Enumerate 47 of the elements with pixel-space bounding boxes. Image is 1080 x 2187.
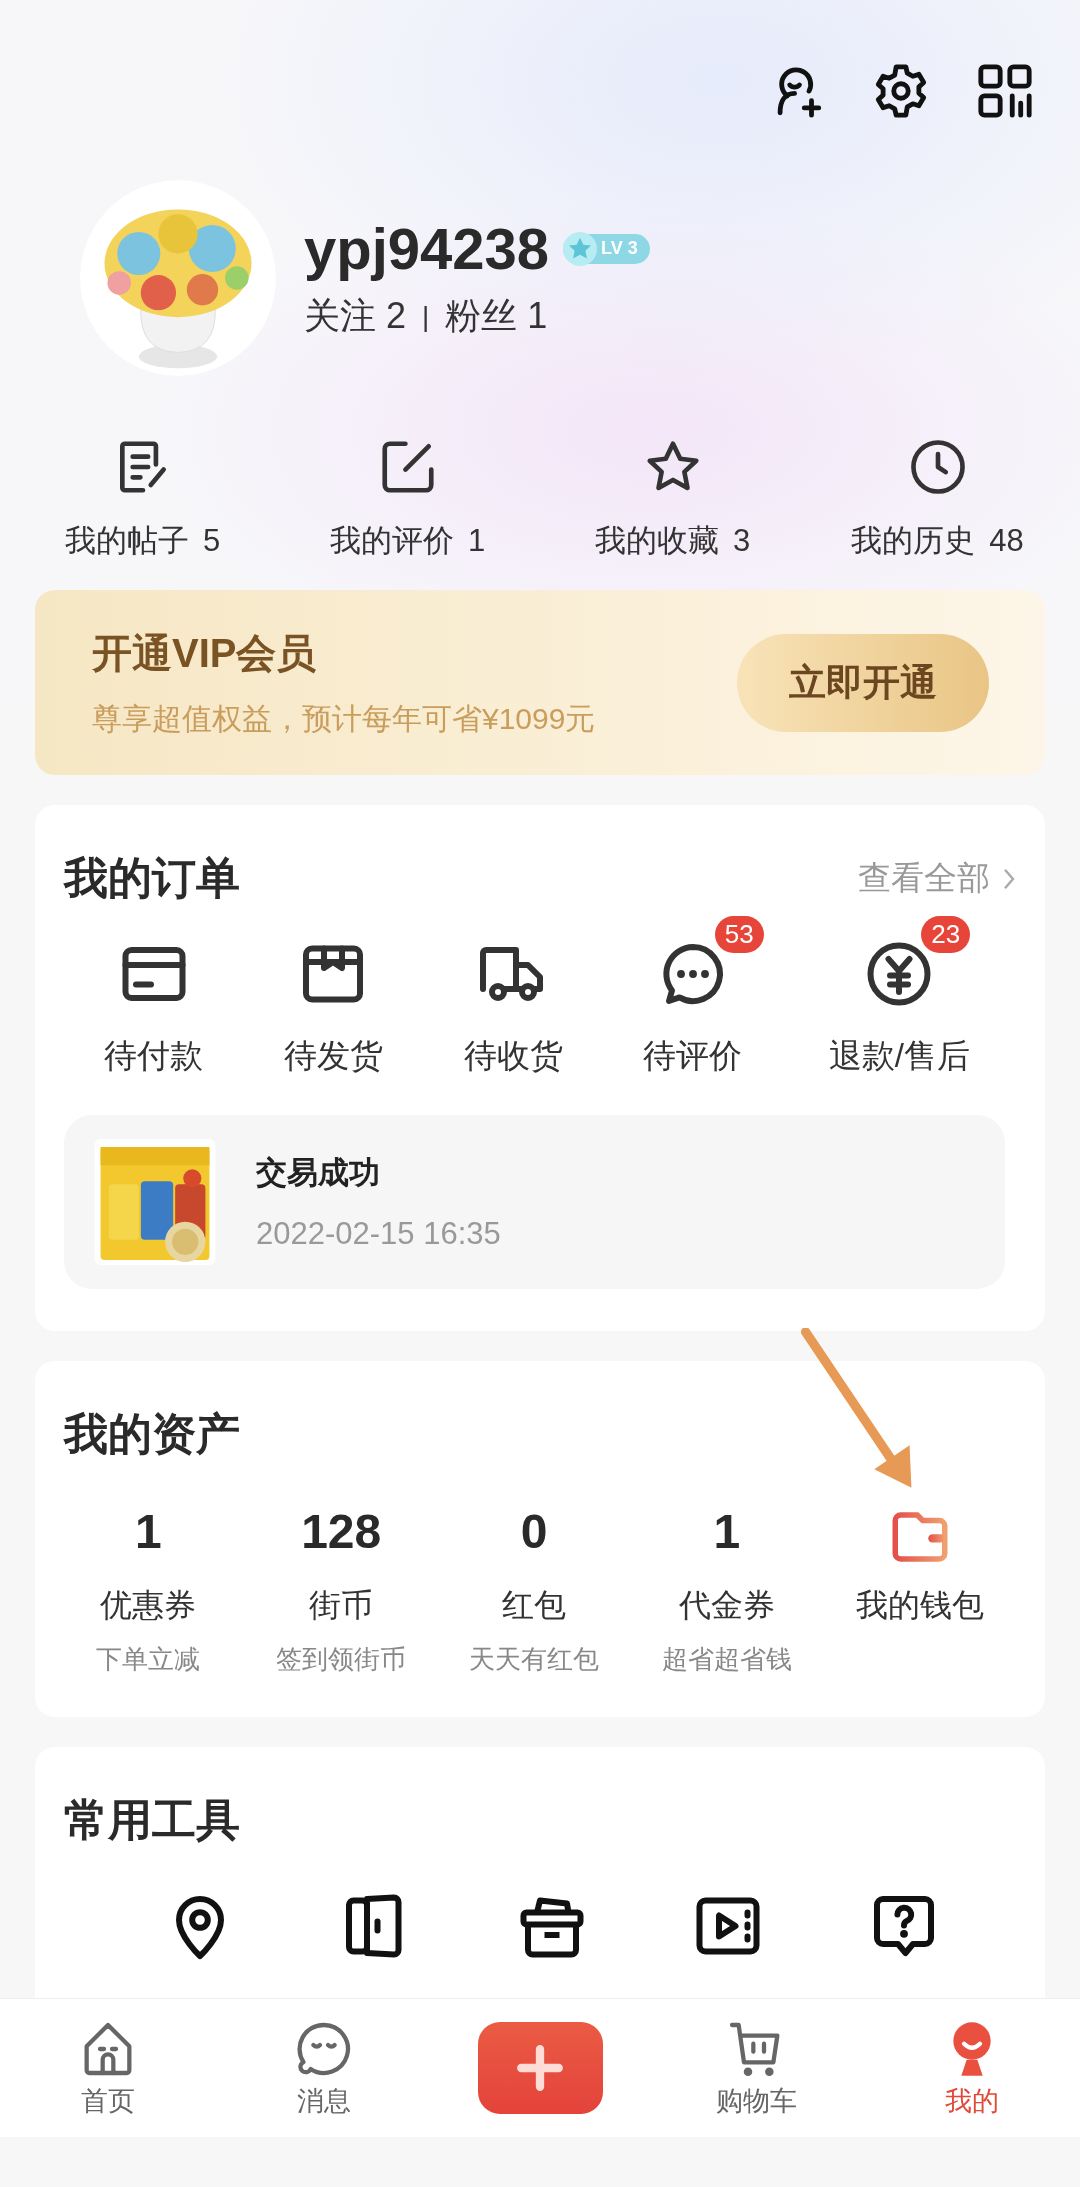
username: ypj94238 (304, 215, 550, 282)
activate-button[interactable]: 立即开通 (737, 633, 989, 732)
following-count[interactable]: 关注 2 (304, 292, 407, 341)
vip-subtitle: 尊享超值权益，预计每年可省¥1099元 (92, 700, 596, 737)
asset-label[interactable]: 街币 (309, 1584, 374, 1628)
stat-label[interactable]: 我的历史 48 (851, 520, 1024, 562)
asset-label[interactable]: 代金券 (678, 1584, 775, 1628)
stat-label[interactable]: 我的收藏 3 (594, 520, 751, 562)
asset-label[interactable]: 红包 (502, 1584, 566, 1628)
asset-hint: 超省超省钱 (661, 1643, 792, 1676)
section-title: 常用工具 (64, 1794, 241, 1846)
chevron-icon (1002, 866, 1016, 891)
stat-label[interactable]: 我的帖子 5 (64, 520, 221, 562)
asset-hint: 天天有红包 (469, 1643, 599, 1676)
vip-title: 开通VIP会员 (92, 629, 318, 677)
asset-value[interactable]: 0 (520, 1504, 548, 1570)
order-status-label[interactable]: 待评价 (643, 1034, 743, 1079)
tab[interactable]: 消息 (216, 2017, 432, 2119)
vip-banner[interactable]: 开通VIP会员 尊享超值权益，预计每年可省¥1099元 立即开通 (35, 590, 1045, 775)
section-title: 我的订单 (64, 852, 240, 904)
qr-code-icon[interactable] (976, 62, 1034, 120)
level-text: LV 3 (601, 238, 638, 259)
order-status-label[interactable]: 退款/售后 (828, 1034, 970, 1079)
order-time: 2022-02-15 16:35 (256, 1216, 501, 1252)
stat-label[interactable]: 我的评价 1 (329, 520, 486, 562)
tab[interactable]: 首页 (0, 2017, 216, 2119)
section-title: 我的资产 (64, 1408, 241, 1460)
count-badge: 23 (921, 916, 971, 953)
asset-label[interactable]: 优惠券 (100, 1584, 197, 1628)
asset-label[interactable]: 我的钱包 (855, 1584, 984, 1628)
order-status-label[interactable]: 待付款 (104, 1034, 204, 1079)
asset-value[interactable]: 128 (301, 1504, 382, 1570)
tab[interactable]: 我的 (864, 2017, 1080, 2119)
plus-icon (515, 2043, 565, 2093)
order-status-label[interactable]: 待收货 (463, 1034, 563, 1079)
publish-button[interactable] (477, 2022, 603, 2114)
order-item[interactable]: 交易成功 2022-02-15 16:35 (64, 1115, 1005, 1289)
separator: | (422, 300, 430, 333)
fans-count[interactable]: 粉丝 1 (445, 292, 548, 341)
asset-hint: 签到领街币 (276, 1643, 407, 1676)
asset-hint: 下单立减 (96, 1643, 201, 1676)
asset-value[interactable]: 1 (135, 1504, 162, 1570)
order-status-label[interactable]: 待发货 (283, 1034, 383, 1079)
order-status: 交易成功 (256, 1154, 381, 1192)
count-badge: 53 (714, 916, 764, 953)
tab[interactable]: 购物车 (648, 2017, 864, 2119)
asset-value[interactable]: 1 (713, 1504, 741, 1570)
